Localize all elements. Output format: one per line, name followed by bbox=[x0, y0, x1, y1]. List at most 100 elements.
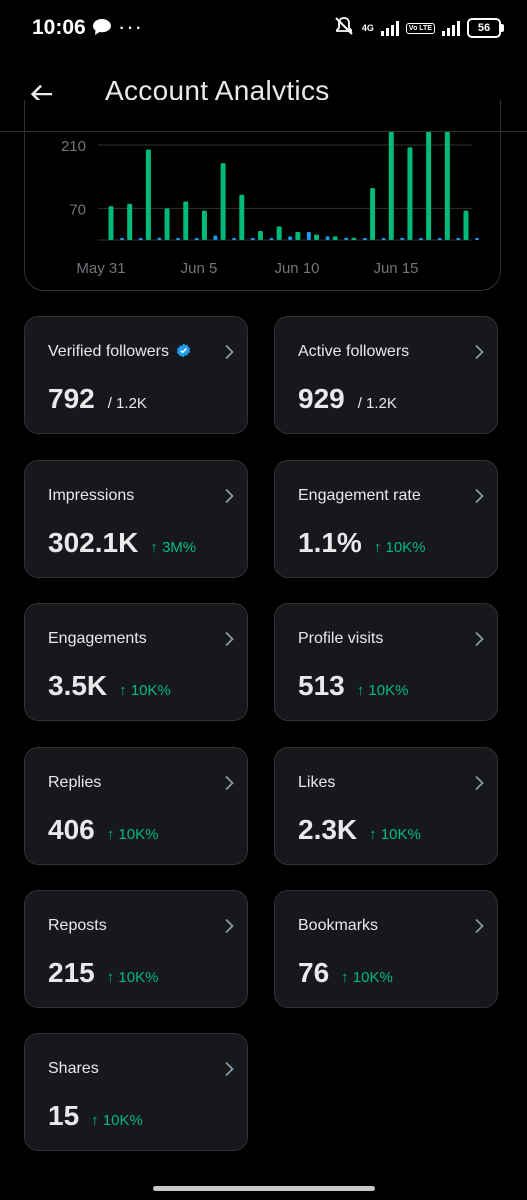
bar-green bbox=[295, 231, 301, 240]
status-icons: 4G Vo LTE 56 bbox=[333, 16, 504, 41]
bar-blue bbox=[232, 238, 237, 240]
chevron-right-icon bbox=[473, 344, 485, 360]
metric-card-verified-followers[interactable]: Verified followers 792 / 1.2K bbox=[24, 316, 248, 434]
metric-value: 15 bbox=[48, 1100, 80, 1131]
bar-blue bbox=[437, 238, 442, 240]
metric-change: ↑ 10K% bbox=[119, 682, 171, 699]
bar-blue bbox=[344, 237, 349, 240]
bar-blue bbox=[213, 235, 218, 240]
bar-green bbox=[426, 132, 432, 240]
chevron-right-icon bbox=[223, 1061, 235, 1077]
chevron-right-icon bbox=[223, 775, 235, 791]
chart-area: 210 70 May 31 Jun 5 Jun 10 Jun 15 bbox=[0, 132, 527, 302]
metric-label: Replies bbox=[48, 774, 102, 791]
metric-value-row: 215 ↑ 10K% bbox=[48, 957, 158, 989]
metric-value-row: 15 ↑ 10K% bbox=[48, 1100, 143, 1132]
metric-label: Bookmarks bbox=[298, 917, 379, 934]
chevron-right-icon bbox=[473, 918, 485, 934]
metric-card-engagements[interactable]: Engagements 3.5K ↑ 10K% bbox=[24, 603, 248, 721]
network-type-label: 4G bbox=[361, 23, 374, 33]
chevron-right-icon bbox=[223, 631, 235, 647]
x-tick-label: May 31 bbox=[76, 260, 125, 277]
metric-value-row: 3.5K ↑ 10K% bbox=[48, 670, 171, 702]
metric-card-impressions[interactable]: Impressions 302.1K ↑ 3M% bbox=[24, 460, 248, 578]
metric-value-row: 1.1% ↑ 10K% bbox=[298, 527, 426, 559]
metric-value-row: 76 ↑ 10K% bbox=[298, 957, 393, 989]
metric-label: Engagement rate bbox=[298, 487, 421, 504]
status-time: 10:06 bbox=[32, 16, 86, 39]
bar-green bbox=[145, 149, 151, 240]
bar-green bbox=[351, 237, 357, 240]
chevron-right-icon bbox=[223, 488, 235, 504]
metric-change: ↑ 10K% bbox=[106, 826, 159, 843]
bar-green bbox=[220, 163, 226, 240]
metric-value: 792 bbox=[48, 383, 95, 414]
bar-blue bbox=[362, 238, 367, 240]
y-tick-label: 70 bbox=[69, 201, 86, 218]
bar-blue bbox=[381, 238, 386, 240]
y-tick-label: 210 bbox=[61, 138, 86, 155]
bar-blue bbox=[400, 237, 405, 240]
bar-blue bbox=[194, 238, 199, 240]
metric-total: / 1.2K bbox=[107, 395, 147, 412]
metric-label: Profile visits bbox=[298, 630, 384, 647]
bar-blue bbox=[418, 238, 423, 240]
metric-value-row: 513 ↑ 10K% bbox=[298, 670, 408, 702]
chevron-right-icon bbox=[223, 918, 235, 934]
metric-change: ↑ 10K% bbox=[356, 682, 409, 699]
bar-green bbox=[183, 201, 189, 240]
bar-chart: 210 70 May 31 Jun 5 Jun 10 Jun 15 bbox=[61, 132, 479, 277]
bar-green bbox=[463, 210, 469, 240]
bar-blue bbox=[176, 238, 181, 240]
metric-label: Impressions bbox=[48, 487, 135, 504]
x-tick-label: Jun 15 bbox=[373, 260, 418, 277]
signal-strength-icon bbox=[380, 20, 399, 36]
status-bar: 10:06 ··· 4G Vo LTE 56 bbox=[0, 0, 527, 60]
bar-blue bbox=[306, 231, 311, 240]
metric-card-replies[interactable]: Replies 406 ↑ 10K% bbox=[24, 747, 248, 865]
metric-value-row: 302.1K ↑ 3M% bbox=[48, 527, 196, 559]
metric-card-likes[interactable]: Likes 2.3K ↑ 10K% bbox=[274, 747, 498, 865]
metric-value-row: 792 / 1.2K bbox=[48, 383, 147, 415]
metric-total: / 1.2K bbox=[357, 395, 397, 412]
metric-change: ↑ 10K% bbox=[341, 969, 393, 986]
bar-green bbox=[276, 226, 282, 240]
metric-change: ↑ 10K% bbox=[106, 969, 159, 986]
metric-card-profile-visits[interactable]: Profile visits 513 ↑ 10K% bbox=[274, 603, 498, 721]
chat-notification-icon bbox=[92, 18, 112, 41]
bar-blue bbox=[325, 236, 330, 240]
bar-green bbox=[407, 147, 413, 240]
bar-blue bbox=[288, 236, 293, 240]
metric-change: ↑ 10K% bbox=[91, 1112, 143, 1129]
metric-value: 76 bbox=[298, 957, 330, 988]
header-divider bbox=[0, 131, 527, 132]
metric-card-bookmarks[interactable]: Bookmarks 76 ↑ 10K% bbox=[274, 890, 498, 1008]
chevron-right-icon bbox=[473, 775, 485, 791]
metric-value: 302.1K bbox=[48, 527, 139, 558]
metric-value: 215 bbox=[48, 957, 95, 988]
mute-icon bbox=[333, 16, 355, 41]
metric-value: 1.1% bbox=[298, 527, 362, 558]
bar-blue bbox=[250, 238, 255, 240]
metric-label: Active followers bbox=[298, 343, 410, 360]
metric-label: Reposts bbox=[48, 917, 107, 934]
bar-blue bbox=[456, 238, 461, 240]
metric-card-active-followers[interactable]: Active followers 929 / 1.2K bbox=[274, 316, 498, 434]
metric-change: ↑ 10K% bbox=[373, 539, 426, 556]
bar-green bbox=[164, 208, 170, 240]
bar-green bbox=[201, 210, 207, 240]
bar-green bbox=[257, 230, 263, 240]
metric-label: Likes bbox=[298, 774, 336, 791]
metric-card-engagement-rate[interactable]: Engagement rate 1.1% ↑ 10K% bbox=[274, 460, 498, 578]
status-overflow-dots: ··· bbox=[118, 14, 143, 39]
metric-value: 929 bbox=[298, 383, 345, 414]
metric-card-shares[interactable]: Shares 15 ↑ 10K% bbox=[24, 1033, 248, 1151]
metric-label: Verified followers bbox=[48, 343, 191, 361]
metric-value-row: 2.3K ↑ 10K% bbox=[298, 814, 421, 846]
verified-badge-icon bbox=[176, 343, 191, 358]
chevron-right-icon bbox=[473, 488, 485, 504]
metric-change: ↑ 10K% bbox=[369, 826, 421, 843]
metric-card-reposts[interactable]: Reposts 215 ↑ 10K% bbox=[24, 890, 248, 1008]
bar-blue bbox=[157, 237, 162, 240]
volte-badge: Vo LTE bbox=[405, 22, 435, 34]
